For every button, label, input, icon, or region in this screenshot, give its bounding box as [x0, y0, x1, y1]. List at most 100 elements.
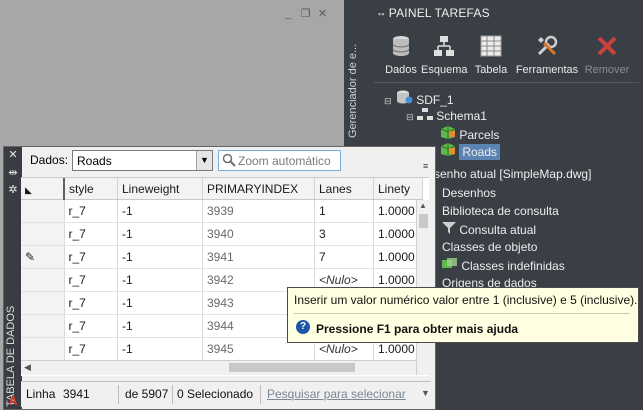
collapse-icon[interactable]: ⊟: [384, 96, 392, 106]
options-menu-icon[interactable]: ≡: [423, 161, 433, 171]
row-header[interactable]: [21, 314, 65, 338]
feature-class-icon: [440, 126, 456, 139]
cell-primaryindex[interactable]: 3941: [202, 245, 315, 269]
cell-style[interactable]: r_7: [64, 291, 118, 315]
collapse-icon[interactable]: ⊟: [406, 112, 414, 122]
tooltip-divider: [294, 313, 630, 314]
magnifier-icon: [222, 153, 236, 167]
dataset-label: Dados:: [30, 153, 69, 167]
tooltip: Inserir um valor numérico valor entre 1 …: [287, 287, 639, 343]
tooltip-help-text: Pressione F1 para obter mais ajuda: [316, 322, 519, 336]
column-header-lineweight[interactable]: Lineweight: [117, 178, 203, 200]
sort-icon: ◣: [25, 184, 32, 195]
column-header-primaryindex[interactable]: PRIMARYINDEX: [202, 178, 315, 200]
drawing-list-classes-indefinidas[interactable]: Classes indefinidas: [442, 258, 565, 273]
table-row[interactable]: r_7 -1 3940 3 1.0000: [21, 222, 423, 246]
tree-item-roads[interactable]: Roads: [440, 142, 501, 160]
drawing-list-desenhos[interactable]: Desenhos: [442, 186, 496, 200]
cell-style[interactable]: r_7: [64, 199, 118, 223]
row-header-edit-pencil-icon[interactable]: ✎: [21, 245, 65, 269]
table-icon: [480, 35, 502, 57]
cell-lanes[interactable]: 7: [314, 245, 374, 269]
cell-style[interactable]: r_7: [64, 222, 118, 246]
row-number-field[interactable]: 3941: [63, 387, 90, 401]
tool-esquema-label: Esquema: [421, 64, 468, 76]
cell-style[interactable]: r_7: [64, 314, 118, 338]
cell-lineweight[interactable]: -1: [117, 222, 203, 246]
column-header-lanes[interactable]: Lanes: [314, 178, 374, 200]
tool-dados-button[interactable]: Dados: [378, 34, 424, 76]
tool-tabela-label: Tabela: [474, 64, 508, 76]
table-row[interactable]: r_7 -1 3939 1 1.0000: [21, 199, 423, 223]
tree-schema[interactable]: ⊟ Schema1: [406, 108, 487, 123]
panel-title-text: PAINEL TAREFAS: [388, 6, 490, 20]
column-header-linety[interactable]: Linety: [373, 178, 423, 200]
tree-schema-label: Schema1: [436, 109, 487, 123]
minimize-button[interactable]: _: [282, 8, 295, 20]
cell-primaryindex[interactable]: 3940: [202, 222, 315, 246]
scroll-down-icon[interactable]: ▼: [421, 388, 430, 398]
table-row[interactable]: ✎ r_7 -1 3941 7 1.0000: [21, 245, 423, 269]
tool-remover-button[interactable]: Remover: [582, 34, 632, 76]
tool-tabela-button[interactable]: Tabela: [468, 34, 514, 76]
close-icon[interactable]: ✕: [8, 150, 18, 161]
chevron-down-icon[interactable]: ▼: [196, 151, 212, 170]
auto-zoom-button[interactable]: Zoom automático: [218, 150, 341, 171]
drawing-list-classes-indefinidas-label: Classes indefinidas: [461, 259, 565, 273]
close-button[interactable]: ✕: [316, 8, 329, 20]
cell-primaryindex[interactable]: 3939: [202, 199, 315, 223]
drawing-list-classes-objeto[interactable]: Classes de objeto: [442, 240, 537, 254]
row-header[interactable]: [21, 268, 65, 292]
cell-lanes[interactable]: 1: [314, 199, 374, 223]
selected-count: 0 Selecionado: [177, 387, 254, 401]
drawing-list-consulta[interactable]: Consulta atual: [442, 222, 536, 237]
schema-node-icon: [416, 108, 433, 120]
cell-style[interactable]: r_7: [64, 337, 118, 361]
cell-lanes[interactable]: 3: [314, 222, 374, 246]
row-header[interactable]: [21, 337, 65, 361]
tree-root-label: SDF_1: [416, 93, 454, 107]
row-header[interactable]: [21, 291, 65, 315]
cell-lineweight[interactable]: -1: [117, 199, 203, 223]
tool-remover-label: Remover: [584, 64, 630, 76]
tool-esquema-button[interactable]: Esquema: [421, 34, 467, 76]
drawing-list-consulta-label: Consulta atual: [459, 223, 537, 237]
drawing-list-current[interactable]: senho atual [SimpleMap.dwg]: [434, 167, 591, 181]
cell-style[interactable]: r_7: [64, 268, 118, 292]
tree-root[interactable]: ⊟ SDF_1: [384, 90, 454, 107]
data-table-title: TABELA DE DADOS: [5, 305, 17, 407]
drawing-list-biblioteca[interactable]: Biblioteca de consulta: [442, 204, 559, 218]
filter-icon: [442, 222, 456, 234]
cell-lineweight[interactable]: -1: [117, 337, 203, 361]
scroll-up-icon[interactable]: ▲: [419, 201, 427, 210]
feature-class-icon: [440, 143, 456, 156]
search-to-select-link[interactable]: Pesquisar para selecionar: [267, 387, 406, 401]
scroll-left-icon[interactable]: ◀: [24, 362, 31, 373]
horizontal-scroll-thumb[interactable]: [229, 363, 355, 372]
restore-button[interactable]: ❐: [299, 8, 312, 20]
palette-tab-label[interactable]: Gerenciador de e...: [347, 28, 365, 138]
row-header[interactable]: [21, 222, 65, 246]
horizontal-scrollbar[interactable]: ◀: [21, 360, 416, 375]
status-divider: [118, 385, 119, 404]
pin-icon[interactable]: ⇹: [8, 168, 18, 179]
vertical-scroll-thumb[interactable]: [419, 214, 428, 228]
row-header-corner[interactable]: ◣: [21, 178, 65, 200]
row-total: de 5907: [125, 387, 169, 401]
tool-ferramentas-button[interactable]: Ferramentas: [515, 34, 579, 76]
row-header[interactable]: [21, 199, 65, 223]
data-table-toolbar: Dados: Roads ▼ Zoom automático ≡: [22, 147, 435, 173]
data-table-sidebar: ✕ ⇹ ✲ TABELA DE DADOS A: [4, 147, 22, 409]
auto-zoom-label: Zoom automático: [238, 154, 331, 168]
tree-item-roads-label: Roads: [459, 144, 501, 160]
column-header-style[interactable]: style: [64, 178, 118, 200]
dataset-select[interactable]: Roads ▼: [72, 150, 213, 171]
settings-icon[interactable]: ✲: [8, 185, 18, 196]
cell-lineweight[interactable]: -1: [117, 245, 203, 269]
status-divider: [172, 385, 173, 404]
tree-item-parcels[interactable]: Parcels: [440, 125, 499, 142]
cell-lineweight[interactable]: -1: [117, 314, 203, 338]
cell-lineweight[interactable]: -1: [117, 291, 203, 315]
cell-style[interactable]: r_7: [64, 245, 118, 269]
cell-lineweight[interactable]: -1: [117, 268, 203, 292]
